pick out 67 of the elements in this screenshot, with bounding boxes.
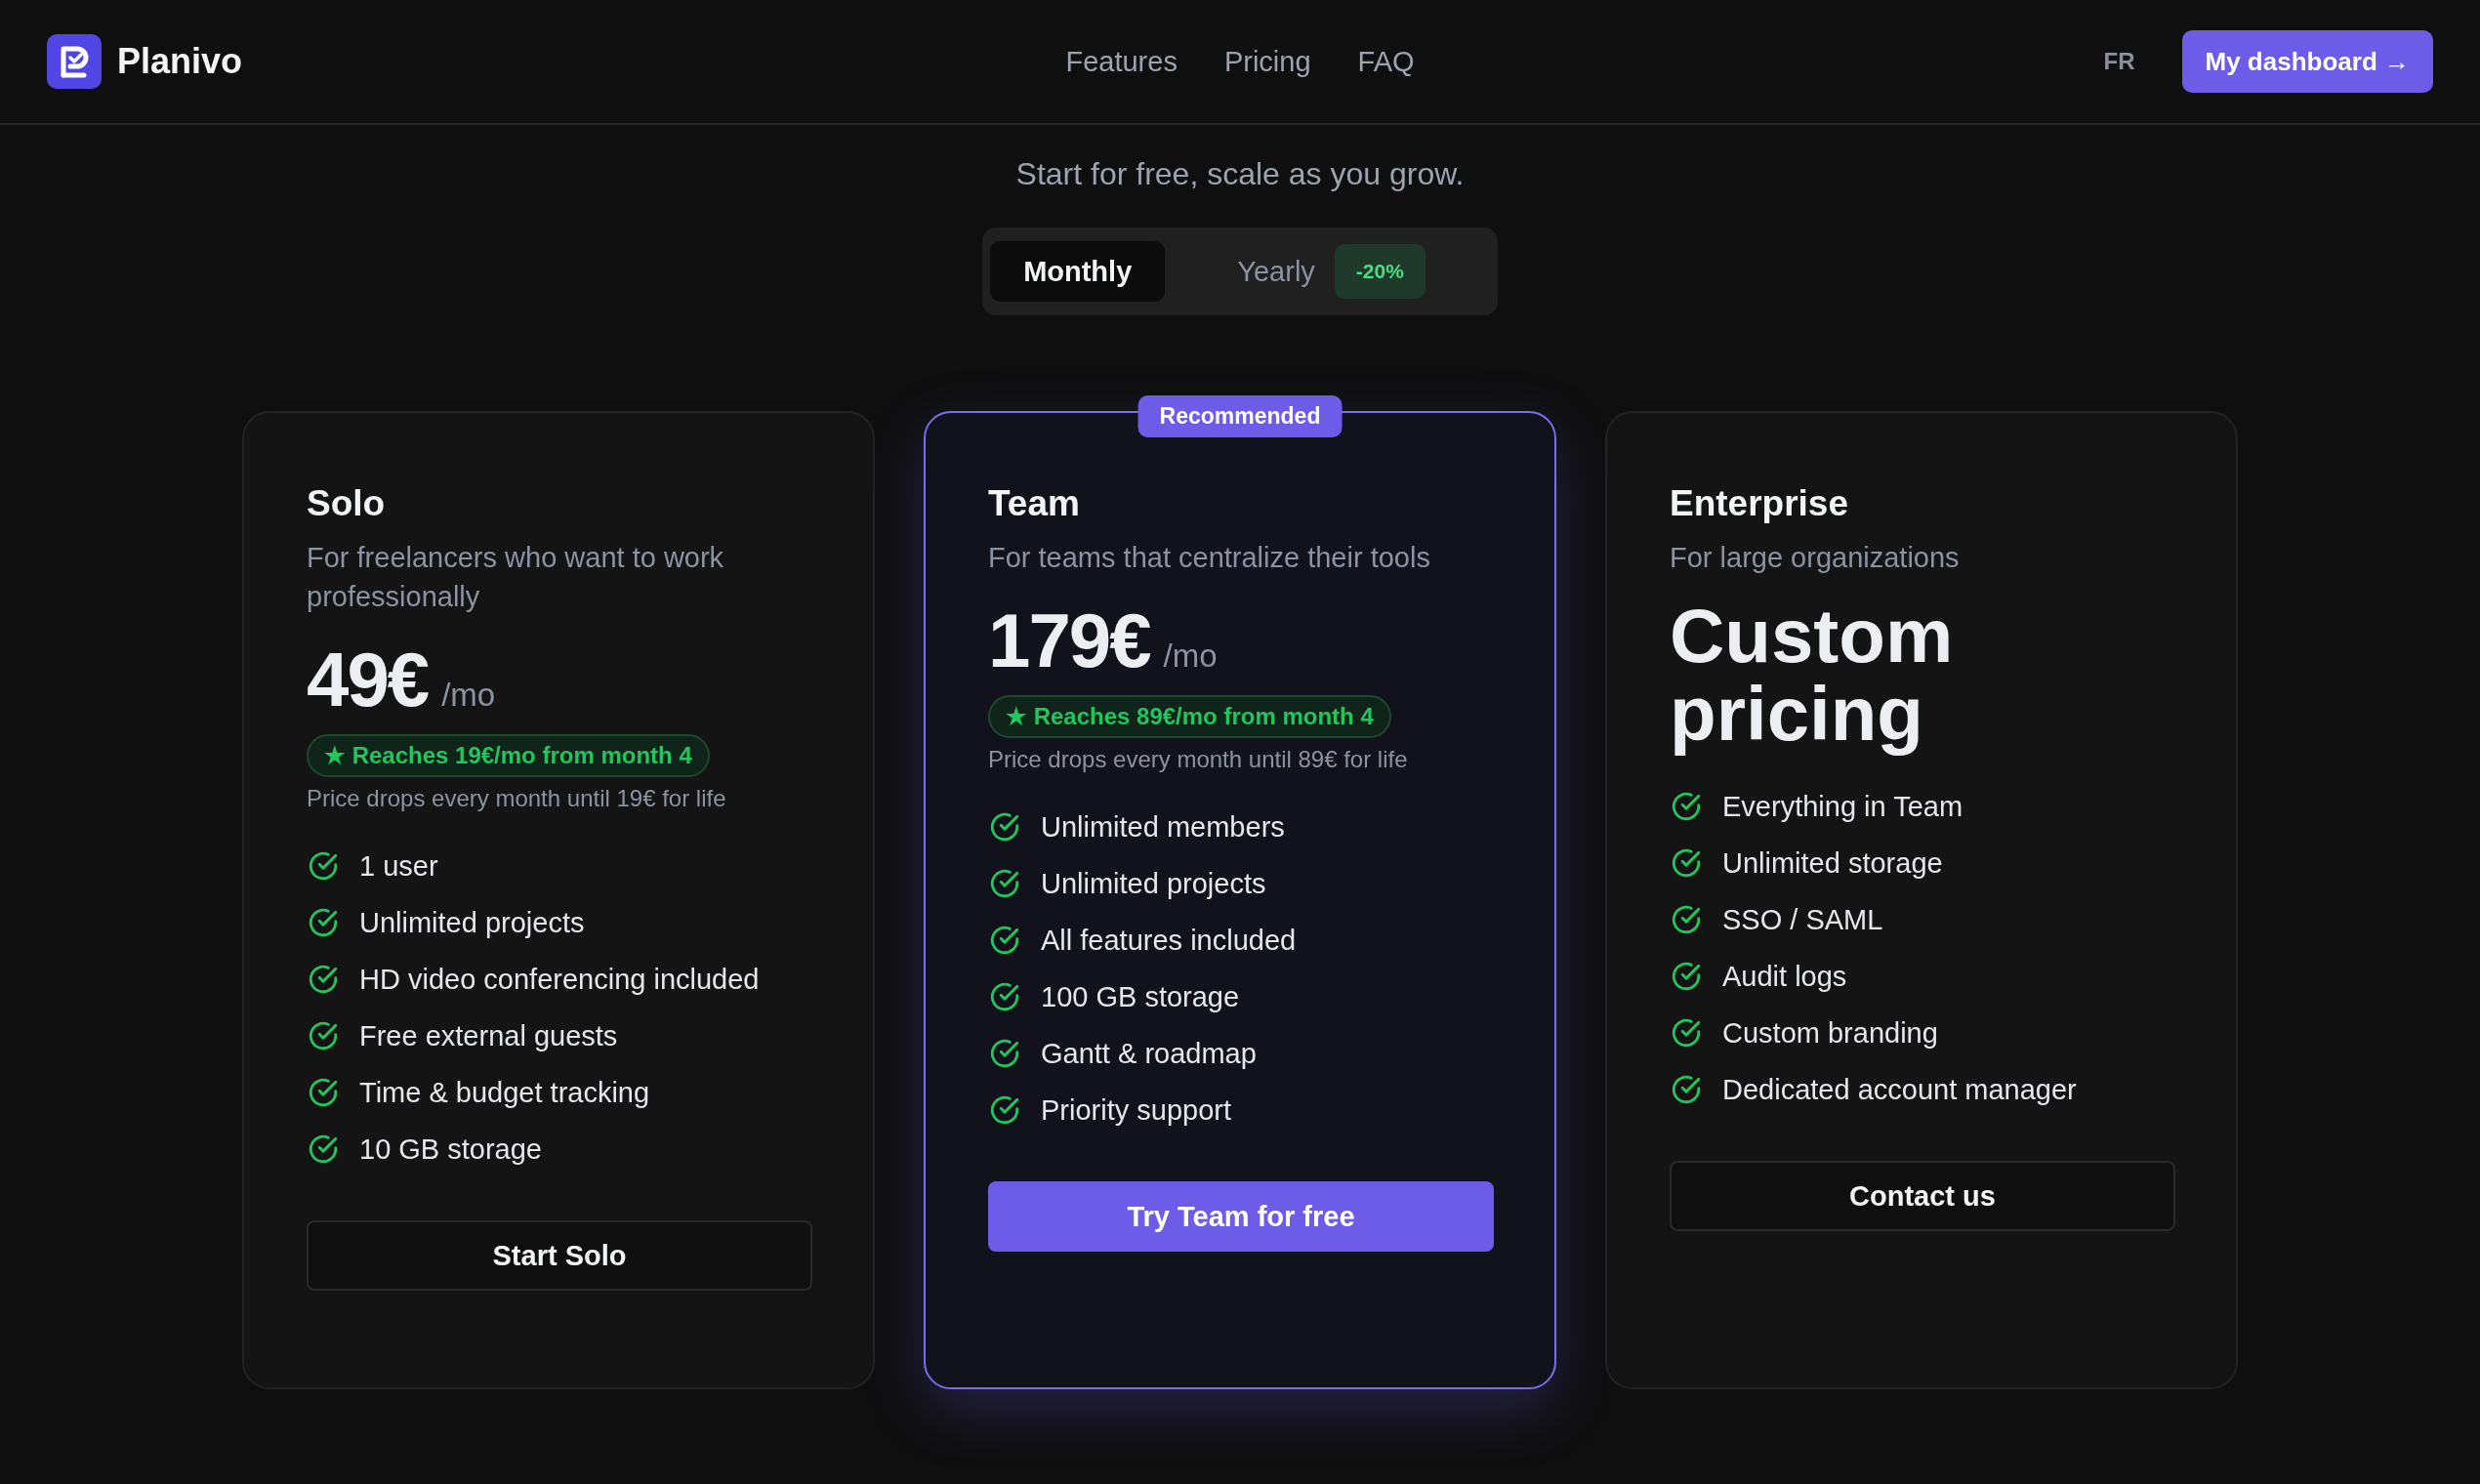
feature-text: Priority support — [1041, 1093, 1231, 1127]
check-circle-icon — [988, 924, 1021, 957]
dashboard-button[interactable]: My dashboard → — [2181, 30, 2433, 93]
check-circle-icon — [988, 867, 1021, 900]
language-link[interactable]: FR — [2103, 48, 2135, 75]
check-circle-icon — [1670, 1073, 1703, 1106]
feature-text: Free external guests — [359, 1019, 618, 1052]
plan-description: For freelancers who want to work professionally — [307, 541, 725, 614]
promo-badge: ★ Reaches 89€/mo from month 4 — [988, 695, 1391, 738]
feature-text: Custom branding — [1722, 1016, 1938, 1050]
check-circle-icon — [1670, 960, 1703, 993]
plan-name: Solo — [307, 483, 386, 524]
option-label: Monthly — [1023, 255, 1133, 288]
plan-price: 179€ — [988, 597, 1150, 685]
feature-text: Everything in Team — [1722, 790, 1963, 823]
plan-button[interactable]: Try Team for free — [988, 1181, 1494, 1252]
feature-text: Audit logs — [1722, 960, 1847, 993]
nav-link[interactable]: Features — [1065, 45, 1178, 78]
plan-price: 49€ — [307, 636, 429, 724]
plan-button[interactable]: Contact us — [1670, 1161, 2175, 1231]
feature-text: HD video conferencing included — [359, 963, 760, 996]
check-circle-icon — [307, 1019, 340, 1052]
billing-option[interactable]: Monthly — [990, 241, 1166, 302]
check-circle-icon — [988, 1037, 1021, 1070]
check-circle-icon — [988, 810, 1021, 844]
nav-link[interactable]: Pricing — [1223, 45, 1311, 78]
price-note: Price drops every month until 19€ for life — [307, 785, 726, 812]
check-circle-icon — [1670, 790, 1703, 823]
discount-badge: -20% — [1334, 244, 1426, 299]
check-circle-icon — [307, 849, 340, 883]
subtitle: Start for free, scale as you grow. — [1015, 156, 1465, 192]
plan-name: Team — [988, 483, 1080, 524]
feature-text: Unlimited projects — [359, 906, 585, 939]
plan-button[interactable]: Start Solo — [307, 1220, 812, 1291]
check-circle-icon — [1670, 1016, 1703, 1050]
feature-text: Unlimited storage — [1722, 846, 1943, 880]
nav-link[interactable]: FAQ — [1357, 45, 1415, 78]
check-circle-icon — [307, 963, 340, 996]
option-label: Yearly — [1237, 255, 1315, 288]
feature-text: SSO / SAML — [1722, 903, 1883, 936]
recommended-badge: Recommended — [1137, 395, 1343, 437]
price-period: /mo — [1163, 638, 1218, 675]
feature-text: Dedicated account manager — [1722, 1073, 2077, 1106]
check-circle-icon — [307, 906, 340, 939]
check-circle-icon — [307, 1076, 340, 1109]
feature-text: Unlimited members — [1041, 810, 1285, 844]
plan-name: Enterprise — [1670, 483, 1848, 524]
check-circle-icon — [988, 980, 1021, 1013]
feature-text: 100 GB storage — [1041, 980, 1240, 1013]
feature-text: Unlimited projects — [1041, 867, 1266, 900]
billing-option[interactable]: Yearly -20% — [1204, 241, 1459, 302]
feature-text: 1 user — [359, 849, 438, 883]
check-circle-icon — [1670, 903, 1703, 936]
feature-text: Gantt & roadmap — [1041, 1037, 1257, 1070]
logo-icon — [47, 34, 102, 89]
feature-text: 10 GB storage — [359, 1133, 542, 1166]
plan-description: For teams that centralize their tools — [988, 541, 1430, 575]
feature-text: All features included — [1041, 924, 1297, 957]
check-circle-icon — [988, 1093, 1021, 1127]
brand-name[interactable]: Planivo — [117, 41, 243, 82]
feature-text: Time & budget tracking — [359, 1076, 650, 1109]
check-circle-icon — [1670, 846, 1703, 880]
price-note: Price drops every month until 89€ for life — [988, 746, 1408, 773]
promo-badge: ★ Reaches 19€/mo from month 4 — [307, 734, 710, 777]
price-period: /mo — [441, 677, 496, 714]
plan-description: For large organizations — [1670, 541, 1960, 575]
check-circle-icon — [307, 1133, 340, 1166]
